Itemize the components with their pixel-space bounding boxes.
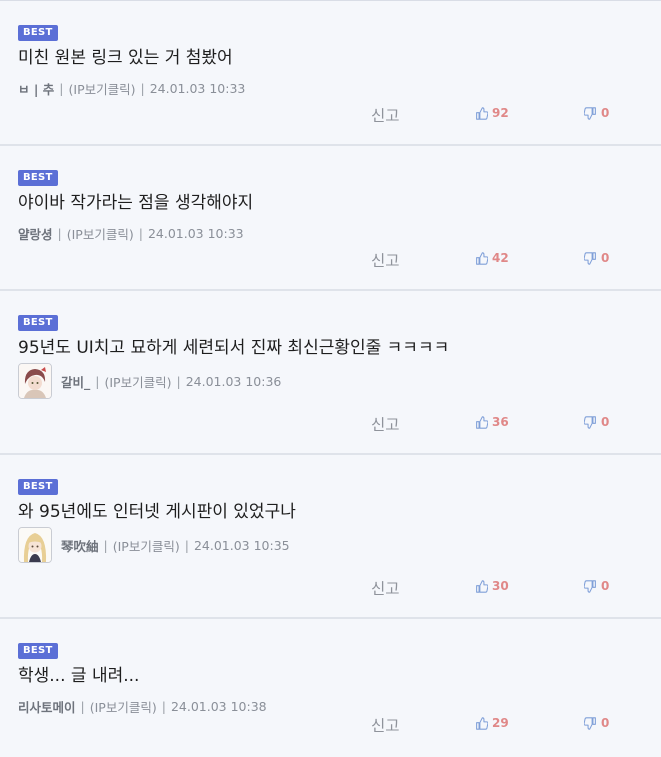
report-button[interactable]: 신고 <box>371 714 400 736</box>
thumbs-down-icon <box>584 106 596 120</box>
dislike-count: 0 <box>601 251 610 265</box>
dislike-count: 0 <box>601 579 610 593</box>
comment-text: 야이바 작가라는 점을 생각해야지 <box>18 193 254 213</box>
comment-timestamp: 24.01.03 10:38 <box>170 699 267 714</box>
like-button[interactable]: 92 <box>475 106 509 120</box>
thumbs-down-icon <box>584 415 596 429</box>
meta-divider: | <box>57 226 62 241</box>
dislike-count: 0 <box>601 716 610 730</box>
comment-actions: 신고 36 0 <box>0 413 661 435</box>
comment-author[interactable]: 琴吹紬 <box>61 536 99 555</box>
best-badge: BEST <box>18 315 58 331</box>
dislike-count: 0 <box>601 106 610 120</box>
comment-text: 미친 원본 링크 있는 거 첨봤어 <box>18 48 233 68</box>
avatar[interactable] <box>18 527 52 563</box>
comment-item: BEST 학생... 글 내려... 리사토메이 | (IP보기클릭) | 24… <box>0 619 661 757</box>
comment-text: 학생... 글 내려... <box>18 666 140 686</box>
comment-timestamp: 24.01.03 10:33 <box>147 226 244 241</box>
dislike-button[interactable]: 0 <box>584 415 609 429</box>
report-button[interactable]: 신고 <box>371 249 400 271</box>
dislike-button[interactable]: 0 <box>584 106 609 120</box>
like-count: 30 <box>492 579 509 593</box>
like-button[interactable]: 29 <box>475 716 509 730</box>
meta-divider: | <box>138 226 143 241</box>
like-count: 42 <box>492 251 509 265</box>
comment-text: 와 95년에도 인터넷 게시판이 있었구나 <box>18 502 296 522</box>
meta-divider: | <box>161 699 166 714</box>
comment-actions: 신고 30 0 <box>0 577 661 599</box>
ip-view-link[interactable]: (IP보기클릭) <box>67 224 134 243</box>
best-comment-list: BEST 미친 원본 링크 있는 거 첨봤어 ㅂ | 추 | (IP보기클릭) … <box>0 0 661 757</box>
dislike-button[interactable]: 0 <box>584 716 609 730</box>
meta-divider: | <box>59 81 64 96</box>
ip-view-link[interactable]: (IP보기클릭) <box>69 79 136 98</box>
thumbs-up-icon <box>476 579 488 593</box>
comment-meta: 琴吹紬 | (IP보기클릭) | 24.01.03 10:35 <box>18 527 290 563</box>
comment-item: BEST 95년도 UI치고 묘하게 세련되서 진짜 최신근황인줄 ㅋㅋㅋㅋ 갈… <box>0 291 661 455</box>
comment-actions: 신고 42 0 <box>0 249 661 271</box>
dislike-button[interactable]: 0 <box>584 579 609 593</box>
like-button[interactable]: 30 <box>475 579 509 593</box>
meta-divider: | <box>103 537 108 553</box>
comment-author[interactable]: 얄랑셩 <box>18 224 53 243</box>
like-count: 92 <box>492 106 509 120</box>
best-badge: BEST <box>18 25 58 41</box>
comment-meta: 갈비_ | (IP보기클릭) | 24.01.03 10:36 <box>18 363 281 399</box>
comment-timestamp: 24.01.03 10:35 <box>193 537 290 553</box>
dislike-button[interactable]: 0 <box>584 251 609 265</box>
comment-item: BEST 미친 원본 링크 있는 거 첨봤어 ㅂ | 추 | (IP보기클릭) … <box>0 1 661 146</box>
best-badge: BEST <box>18 479 58 495</box>
comment-actions: 신고 29 0 <box>0 714 661 736</box>
thumbs-down-icon <box>584 716 596 730</box>
comment-meta: ㅂ | 추 | (IP보기클릭) | 24.01.03 10:33 <box>18 79 245 98</box>
report-button[interactable]: 신고 <box>371 104 400 126</box>
meta-divider: | <box>95 373 100 389</box>
like-count: 36 <box>492 415 509 429</box>
comment-actions: 신고 92 0 <box>0 104 661 126</box>
avatar-image <box>19 364 51 398</box>
comment-item: BEST 와 95년에도 인터넷 게시판이 있었구나 琴吹紬 | (IP보기클릭… <box>0 455 661 619</box>
comment-text: 95년도 UI치고 묘하게 세련되서 진짜 최신근황인줄 ㅋㅋㅋㅋ <box>18 338 450 358</box>
avatar-image <box>19 528 51 562</box>
ip-view-link[interactable]: (IP보기클릭) <box>104 372 171 391</box>
thumbs-up-icon <box>476 251 488 265</box>
best-badge: BEST <box>18 170 58 186</box>
comment-timestamp: 24.01.03 10:36 <box>185 373 282 389</box>
comment-meta: 얄랑셩 | (IP보기클릭) | 24.01.03 10:33 <box>18 224 244 243</box>
like-count: 29 <box>492 716 509 730</box>
report-button[interactable]: 신고 <box>371 413 400 435</box>
best-badge: BEST <box>18 643 58 659</box>
meta-divider: | <box>80 699 85 714</box>
thumbs-up-icon <box>476 415 488 429</box>
dislike-count: 0 <box>601 415 610 429</box>
ip-view-link[interactable]: (IP보기클릭) <box>113 536 180 555</box>
like-button[interactable]: 36 <box>475 415 509 429</box>
comment-author[interactable]: 갈비_ <box>61 372 90 391</box>
meta-divider: | <box>184 537 189 553</box>
thumbs-up-icon <box>476 716 488 730</box>
comment-timestamp: 24.01.03 10:33 <box>149 81 246 96</box>
like-button[interactable]: 42 <box>475 251 509 265</box>
thumbs-down-icon <box>584 579 596 593</box>
comment-item: BEST 야이바 작가라는 점을 생각해야지 얄랑셩 | (IP보기클릭) | … <box>0 146 661 291</box>
thumbs-down-icon <box>584 251 596 265</box>
avatar[interactable] <box>18 363 52 399</box>
meta-divider: | <box>140 81 145 96</box>
comment-author[interactable]: ㅂ | 추 <box>18 79 54 98</box>
meta-divider: | <box>176 373 181 389</box>
thumbs-up-icon <box>476 106 488 120</box>
report-button[interactable]: 신고 <box>371 577 400 599</box>
